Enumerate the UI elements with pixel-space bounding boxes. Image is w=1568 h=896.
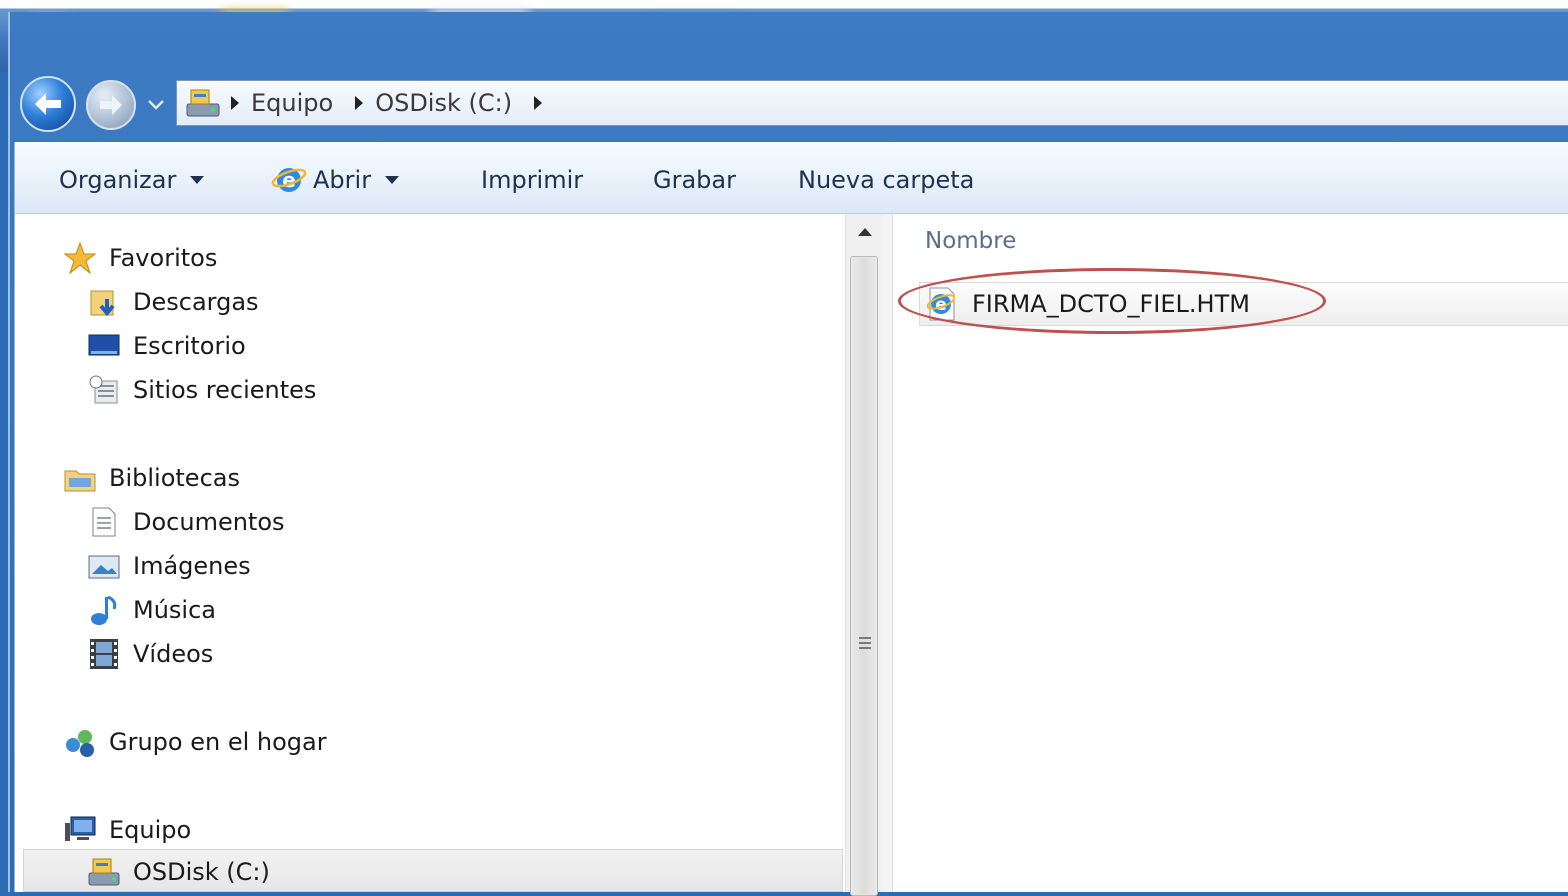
scroll-up-arrow-icon[interactable] [858, 228, 872, 236]
breadcrumb-separator[interactable] [231, 96, 239, 110]
nav-scrollbar[interactable] [845, 214, 883, 896]
address-bar[interactable]: Equipo OSDisk (C:) [176, 80, 1568, 126]
new-folder-button[interactable]: Nueva carpeta [798, 164, 974, 196]
open-button[interactable]: e Abrir [271, 164, 400, 196]
nav-item-label: Imágenes [133, 552, 251, 580]
back-button[interactable] [20, 76, 76, 132]
explorer-frame: Organizar e Abrir Imprimir Grabar Nueva … [14, 142, 1568, 896]
nav-item-videos[interactable]: Vídeos [87, 636, 213, 672]
open-label: Abrir [313, 166, 372, 194]
print-button[interactable]: Imprimir [481, 164, 583, 196]
nav-item-label: OSDisk (C:) [133, 858, 270, 886]
internet-explorer-html-file-icon: e [926, 287, 956, 321]
nav-item-label: Sitios recientes [133, 376, 317, 404]
downloads-folder-icon [87, 285, 121, 319]
file-row[interactable]: e FIRMA_DCTO_FIEL.HTM [919, 282, 1568, 326]
nav-computer[interactable]: Equipo [63, 812, 191, 848]
burn-label: Grabar [653, 166, 736, 194]
desktop-icon [87, 329, 121, 363]
nav-computer-label: Equipo [109, 816, 192, 844]
scroll-thumb[interactable] [850, 256, 878, 896]
pictures-icon [87, 549, 121, 583]
back-arrow-icon [35, 93, 61, 115]
nav-item-label: Documentos [133, 508, 285, 536]
nav-favorites[interactable]: Favoritos [63, 240, 217, 276]
nav-item-recent-places[interactable]: Sitios recientes [87, 372, 316, 408]
grip-icon [859, 637, 871, 652]
recent-places-icon [87, 373, 121, 407]
file-name: FIRMA_DCTO_FIEL.HTM [972, 290, 1250, 318]
internet-explorer-icon: e [271, 168, 307, 192]
command-bar: Organizar e Abrir Imprimir Grabar Nueva … [15, 142, 1568, 214]
breadcrumb-osdisk[interactable]: OSDisk (C:) [375, 89, 512, 117]
forward-arrow-icon [100, 95, 122, 115]
nav-item-label: Descargas [133, 288, 259, 316]
nav-item-label: Vídeos [133, 640, 214, 668]
chevron-down-icon [148, 100, 164, 110]
nav-homegroup[interactable]: Grupo en el hogar [63, 724, 327, 760]
nav-libraries-label: Bibliotecas [109, 464, 240, 492]
film-icon [87, 637, 121, 671]
column-header-name[interactable]: Nombre [925, 228, 1016, 254]
homegroup-icon [63, 725, 97, 759]
drive-icon [87, 855, 121, 889]
nav-item-music[interactable]: Música [87, 592, 216, 628]
drive-icon [186, 89, 220, 117]
organize-button[interactable]: Organizar [59, 164, 205, 196]
nav-item-desktop[interactable]: Escritorio [87, 328, 246, 364]
star-icon [63, 241, 97, 275]
nav-favorites-label: Favoritos [109, 244, 218, 272]
music-note-icon [87, 593, 121, 627]
pane-divider[interactable] [883, 214, 893, 892]
nav-item-pictures[interactable]: Imágenes [87, 548, 251, 584]
nav-homegroup-label: Grupo en el hogar [109, 728, 327, 756]
burn-button[interactable]: Grabar [653, 164, 736, 196]
nav-item-downloads[interactable]: Descargas [87, 284, 259, 320]
recent-pages-button[interactable] [146, 94, 166, 114]
new-folder-label: Nueva carpeta [798, 166, 975, 194]
file-list-pane: Nombre e FIRMA_DCTO_FIEL.HTM [893, 214, 1568, 892]
breadcrumb-separator[interactable] [355, 96, 364, 110]
documents-icon [87, 505, 121, 539]
chevron-down-icon [190, 176, 205, 184]
print-label: Imprimir [481, 166, 584, 194]
computer-icon [63, 813, 97, 847]
nav-libraries[interactable]: Bibliotecas [63, 460, 240, 496]
nav-item-osdisk[interactable]: OSDisk (C:) [87, 854, 270, 890]
chevron-down-icon [385, 176, 400, 184]
breadcrumb-equipo[interactable]: Equipo [251, 89, 333, 117]
forward-button[interactable] [86, 80, 136, 130]
breadcrumb-separator[interactable] [534, 96, 543, 110]
organize-label: Organizar [59, 166, 177, 194]
libraries-icon [63, 461, 97, 495]
nav-item-label: Música [133, 596, 216, 624]
navigation-pane: Favoritos Descargas Escritorio Sitios re… [15, 214, 845, 892]
nav-item-documents[interactable]: Documentos [87, 504, 285, 540]
nav-item-label: Escritorio [133, 332, 246, 360]
